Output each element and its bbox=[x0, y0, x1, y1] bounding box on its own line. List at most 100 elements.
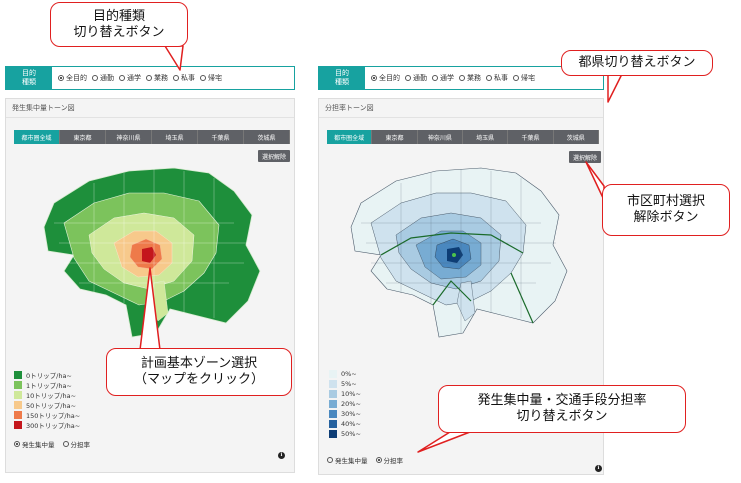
radio-icon[interactable] bbox=[513, 75, 519, 81]
purpose-option-label: 業務 bbox=[154, 74, 168, 82]
density-legend: 0トリップ/ha~ 1トリップ/ha~ 10トリップ/ha~ 50トリップ/ha~ 15… bbox=[14, 370, 80, 430]
purpose-option[interactable]: 通勤 bbox=[405, 73, 427, 83]
share-map[interactable] bbox=[341, 163, 581, 343]
legend-label: 150トリップ/ha~ bbox=[26, 412, 81, 420]
panel-title: 分担率トーン図 bbox=[325, 104, 374, 112]
callout-text: 計画基本ゾーン選択 bbox=[140, 356, 258, 371]
purpose-option-label: 全目的 bbox=[66, 74, 87, 82]
prefecture-tab[interactable]: 埼玉県 bbox=[152, 130, 198, 144]
purpose-option[interactable]: 通勤 bbox=[92, 73, 114, 83]
purpose-option-label: 私事 bbox=[494, 74, 508, 82]
radio-icon[interactable] bbox=[486, 75, 492, 81]
purpose-label: 目的 種類 bbox=[319, 67, 365, 89]
radio-icon[interactable] bbox=[173, 75, 179, 81]
purpose-label: 目的 種類 bbox=[6, 67, 52, 89]
purpose-option[interactable]: 通学 bbox=[119, 73, 141, 83]
radio-icon[interactable] bbox=[459, 75, 465, 81]
purpose-option[interactable]: 私事 bbox=[173, 73, 195, 83]
legend-swatch bbox=[329, 410, 337, 418]
prefecture-tab[interactable]: 神奈川県 bbox=[106, 130, 152, 144]
radio-icon[interactable] bbox=[432, 75, 438, 81]
purpose-option[interactable]: 帰宅 bbox=[513, 73, 535, 83]
purpose-option[interactable]: 全目的 bbox=[371, 73, 400, 83]
prefecture-tab[interactable]: 埼玉県 bbox=[462, 130, 509, 144]
radio-icon[interactable] bbox=[375, 457, 382, 463]
purpose-option-label: 通勤 bbox=[413, 74, 427, 82]
prefecture-tab[interactable]: 茨城県 bbox=[553, 130, 599, 144]
legend-row: 10%~ bbox=[329, 389, 361, 399]
prefecture-tab[interactable]: 神奈川県 bbox=[417, 130, 463, 144]
legend-label: 50%~ bbox=[341, 430, 361, 438]
purpose-option[interactable]: 私事 bbox=[486, 73, 508, 83]
display-mode-label: 分担率 bbox=[70, 441, 91, 449]
info-icon[interactable]: i bbox=[278, 452, 285, 459]
callout-text: 切り替えボタン bbox=[73, 24, 165, 40]
display-mode-option[interactable]: 発生集中量 bbox=[14, 439, 55, 449]
purpose-option[interactable]: 帰宅 bbox=[200, 73, 222, 83]
prefecture-tab[interactable]: 都市圏全域 bbox=[14, 130, 60, 144]
radio-icon[interactable] bbox=[119, 75, 125, 81]
callout-text: 解除ボタン bbox=[633, 210, 699, 225]
legend-swatch bbox=[14, 421, 22, 429]
callout-purpose: 目的種類 切り替えボタン bbox=[50, 2, 188, 47]
clear-selection-button[interactable]: 選択解除 bbox=[258, 150, 290, 162]
purpose-option-label: 私事 bbox=[181, 74, 195, 82]
display-mode-option[interactable]: 発生集中量 bbox=[327, 455, 368, 465]
density-map[interactable] bbox=[34, 163, 284, 343]
radio-icon[interactable] bbox=[200, 75, 206, 81]
legend-row: 150トリップ/ha~ bbox=[14, 410, 80, 420]
prefecture-tab[interactable]: 東京都 bbox=[60, 130, 106, 144]
display-mode-toggle: 発生集中量 分担率 bbox=[327, 455, 403, 465]
purpose-option[interactable]: 通学 bbox=[432, 73, 454, 83]
legend-swatch bbox=[14, 411, 22, 419]
callout-zone: 計画基本ゾーン選択 （マップをクリック） bbox=[106, 348, 292, 396]
legend-row: 1トリップ/ha~ bbox=[14, 380, 80, 390]
display-mode-label: 発生集中量 bbox=[335, 457, 368, 465]
legend-label: 300トリップ/ha~ bbox=[26, 422, 81, 430]
legend-label: 0トリップ/ha~ bbox=[26, 372, 72, 380]
legend-row: 50トリップ/ha~ bbox=[14, 400, 80, 410]
purpose-option[interactable]: 全目的 bbox=[58, 73, 87, 83]
prefecture-tab[interactable]: 都市圏全域 bbox=[327, 130, 373, 144]
purpose-option[interactable]: 業務 bbox=[459, 73, 481, 83]
purpose-options: 全目的 通勤 通学 業務 私事 帰宅 bbox=[371, 67, 535, 89]
radio-icon[interactable] bbox=[405, 75, 411, 81]
radio-icon[interactable] bbox=[58, 75, 64, 81]
prefecture-tab[interactable]: 東京都 bbox=[372, 130, 418, 144]
callout-text: 切り替えボタン bbox=[516, 409, 608, 424]
radio-icon[interactable] bbox=[327, 457, 333, 463]
legend-label: 10トリップ/ha~ bbox=[26, 392, 77, 400]
display-mode-option[interactable]: 分担率 bbox=[375, 455, 404, 465]
callout-text: 市区町村選択 bbox=[626, 194, 705, 209]
purpose-option[interactable]: 業務 bbox=[146, 73, 168, 83]
info-icon[interactable]: i bbox=[595, 465, 602, 472]
radio-icon[interactable] bbox=[62, 441, 69, 447]
legend-swatch bbox=[329, 390, 337, 398]
share-legend: 0%~ 5%~ 10%~ 20%~ 30%~ 40%~ 50%~ bbox=[329, 369, 361, 439]
radio-icon[interactable] bbox=[371, 75, 377, 81]
radio-icon[interactable] bbox=[146, 75, 152, 81]
purpose-option-label: 通学 bbox=[127, 74, 141, 82]
display-mode-label: 発生集中量 bbox=[22, 441, 55, 449]
legend-row: 0トリップ/ha~ bbox=[14, 370, 80, 380]
purpose-selector-left: 目的 種類 全目的 通勤 通学 業務 私事 帰宅 bbox=[5, 66, 295, 90]
legend-swatch bbox=[329, 430, 337, 438]
callout-prefecture: 都県切り替えボタン bbox=[561, 50, 713, 76]
radio-icon[interactable] bbox=[92, 75, 98, 81]
radio-icon[interactable] bbox=[14, 441, 20, 447]
callout-text: （マップをクリック） bbox=[133, 372, 264, 387]
purpose-option-label: 全目的 bbox=[379, 74, 400, 82]
prefecture-tab[interactable]: 千葉県 bbox=[198, 130, 244, 144]
clear-selection-button[interactable]: 選択解除 bbox=[569, 151, 601, 163]
legend-label: 40%~ bbox=[341, 420, 361, 428]
legend-label: 10%~ bbox=[341, 390, 361, 398]
legend-label: 20%~ bbox=[341, 400, 361, 408]
prefecture-tab[interactable]: 茨城県 bbox=[244, 130, 290, 144]
prefecture-tabs: 都市圏全域 東京都 神奈川県 埼玉県 千葉県 茨城県 bbox=[14, 130, 290, 144]
legend-label: 1トリップ/ha~ bbox=[26, 382, 72, 390]
callout-text: 発生集中量・交通手段分担率 bbox=[477, 393, 647, 408]
display-mode-option[interactable]: 分担率 bbox=[62, 439, 91, 449]
display-mode-label: 分担率 bbox=[383, 457, 404, 465]
legend-row: 0%~ bbox=[329, 369, 361, 379]
prefecture-tab[interactable]: 千葉県 bbox=[508, 130, 554, 144]
